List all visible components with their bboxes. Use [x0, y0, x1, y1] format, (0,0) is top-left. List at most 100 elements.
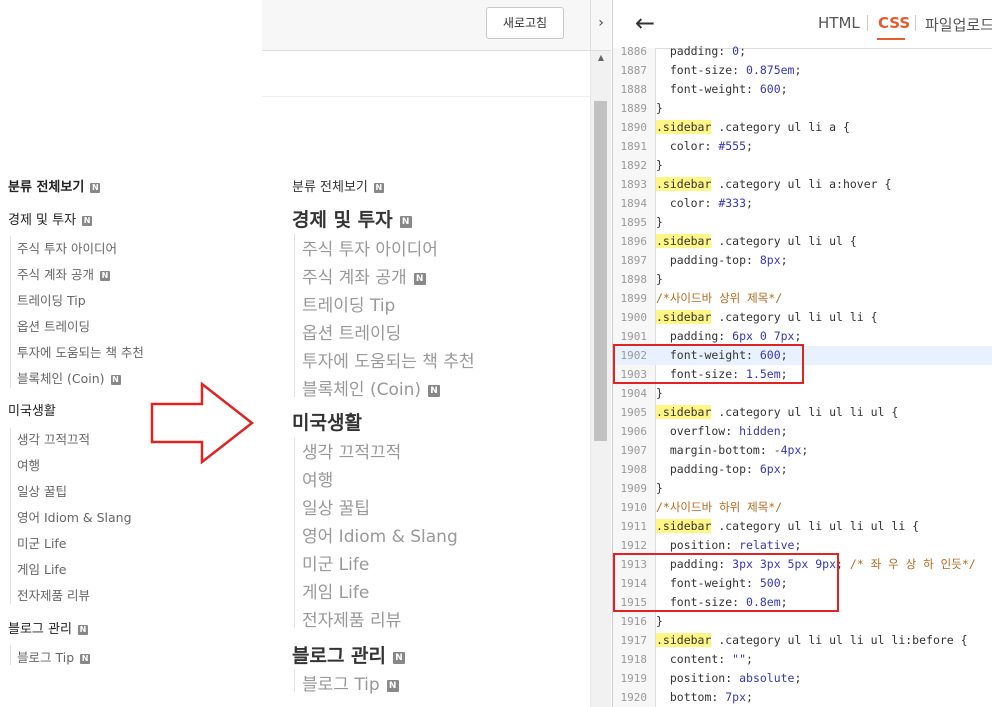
code-line[interactable]: 1911 .sidebar .category ul li ul li ul li… — [613, 517, 992, 536]
blog-sidebar-live: 분류 전체보기 N 경제 및 투자 N 주식 투자 아이디어 주식 계좌 공개 N 트… — [0, 0, 262, 707]
annotation-box — [613, 344, 804, 384]
code-line[interactable]: 1919 position: absolute; — [613, 669, 992, 688]
category-item[interactable]: 영어 Idiom & Slang — [302, 522, 458, 547]
code-line[interactable]: 1889} — [613, 99, 992, 118]
line-number: 1892 — [620, 159, 648, 172]
code-line[interactable]: 1888 font-weight: 600; — [613, 80, 992, 99]
code-line[interactable]: 1887 font-size: 0.875em; — [613, 61, 992, 80]
code-line[interactable]: 1909} — [613, 479, 992, 498]
category-item[interactable]: 트레이딩 Tip — [302, 291, 395, 316]
code-line[interactable]: 1886 padding: 0; — [613, 42, 992, 61]
category-item[interactable]: 생각 끄적끄적 — [302, 438, 401, 463]
code-line[interactable]: 1900 .sidebar .category ul li ul li { — [613, 308, 992, 327]
category-item[interactable]: 전자제품 리뷰 — [302, 606, 401, 631]
tab-file-upload[interactable]: 파일업로드 — [925, 14, 992, 35]
scroll-thumb[interactable] — [594, 101, 607, 441]
code-line[interactable]: 1898} — [613, 270, 992, 289]
code-line[interactable]: 1906 overflow: hidden; — [613, 422, 992, 441]
category-item[interactable]: 트레이딩 Tip — [17, 290, 86, 309]
category-item[interactable]: 미군 Life — [302, 550, 369, 575]
category-group-title[interactable]: 블로그 관리 N — [8, 618, 88, 637]
code-line[interactable]: 1904} — [613, 384, 992, 403]
new-badge-icon: N — [80, 654, 91, 664]
category-item[interactable]: 생각 끄적끄적 — [17, 429, 90, 448]
code-line[interactable]: 1917 .sidebar .category ul li ul li ul li… — [613, 631, 992, 650]
code-line[interactable]: 1891 color: #555; — [613, 137, 992, 156]
category-item[interactable]: 게임 Life — [302, 578, 369, 603]
tab-divider — [915, 15, 916, 31]
tab-html[interactable]: HTML — [818, 14, 860, 32]
tab-css[interactable]: CSS — [878, 14, 910, 32]
code-line[interactable]: 1920 bottom: 7px; — [613, 688, 992, 707]
new-badge-icon: N — [373, 183, 384, 193]
category-group-label: 블로그 관리 — [292, 645, 387, 667]
category-item[interactable]: 블로그 Tip N — [17, 647, 91, 666]
code-line[interactable]: 1918 content: ""; — [613, 650, 992, 669]
category-item[interactable]: 블록체인 (Coin) N — [17, 368, 121, 387]
line-number: 1898 — [620, 273, 648, 286]
code-line[interactable]: 1916} — [613, 612, 992, 631]
line-number: 1889 — [620, 102, 648, 115]
category-item[interactable]: 영어 Idiom & Slang — [17, 507, 132, 526]
code-line[interactable]: 1899 /*사이드바 상위 제목*/ — [613, 289, 992, 308]
active-tab-indicator — [877, 38, 905, 40]
right-arrow-icon — [150, 382, 255, 464]
code-line[interactable]: 1894 color: #333; — [613, 194, 992, 213]
category-group-title[interactable]: 블로그 관리 N — [292, 641, 406, 668]
category-item[interactable]: 일상 꿀팁 — [17, 481, 67, 500]
category-group-title[interactable]: 미국생활 — [8, 400, 56, 419]
category-item[interactable]: 투자에 도움되는 책 추천 — [302, 347, 475, 372]
code-line[interactable]: 1908 padding-top: 6px; — [613, 460, 992, 479]
code-line[interactable]: 1907 margin-bottom: -4px; — [613, 441, 992, 460]
code-line[interactable]: 1892} — [613, 156, 992, 175]
category-item[interactable]: 주식 계좌 공개 N — [302, 263, 426, 288]
category-item-label: 주식 계좌 공개 — [17, 267, 94, 282]
skin-preview-panel: 새로고침 › 분류 전체보기 N 경제 및 투자 N 주식 투자 아이디어 주식 계… — [262, 0, 611, 707]
category-item[interactable]: 옵션 트레이딩 — [302, 319, 401, 344]
category-item[interactable]: 여행 — [17, 455, 40, 474]
code-text: .sidebar .category ul li ul li ul li { — [656, 519, 920, 533]
category-item[interactable]: 블로그 Tip N — [302, 670, 399, 695]
code-text: .sidebar .category ul li ul li ul { — [656, 405, 899, 419]
line-number: 1907 — [620, 444, 648, 457]
refresh-button[interactable]: 새로고침 — [486, 7, 564, 39]
new-badge-icon: N — [413, 273, 426, 285]
scroll-up-icon[interactable]: ▲ — [591, 53, 611, 67]
preview-scrollbar[interactable]: ▲ — [590, 51, 611, 707]
category-group-title[interactable]: 미국생활 — [292, 408, 362, 435]
line-number: 1891 — [620, 140, 648, 153]
code-line[interactable]: 1897 padding-top: 8px; — [613, 251, 992, 270]
code-line[interactable]: 1890 .sidebar .category ul li a { — [613, 118, 992, 137]
category-item[interactable]: 게임 Life — [17, 559, 67, 578]
code-text: /*사이드바 상위 제목*/ — [656, 291, 783, 305]
category-item[interactable]: 미군 Life — [17, 533, 67, 552]
code-text: } — [656, 272, 663, 286]
css-editor-panel: ← HTML CSS 파일업로드 1886 padding: 0; 1887 fo… — [612, 0, 992, 707]
line-number: 1900 — [620, 311, 648, 324]
line-number: 1918 — [620, 653, 648, 666]
category-item[interactable]: 일상 꿀팁 — [302, 494, 370, 519]
category-item[interactable]: 주식 투자 아이디어 — [17, 238, 117, 257]
category-item[interactable]: 블록체인 (Coin) N — [302, 375, 440, 400]
category-view-all[interactable]: 분류 전체보기 N — [8, 176, 101, 195]
category-item[interactable]: 주식 계좌 공개 N — [17, 264, 110, 283]
code-line[interactable]: 1905 .sidebar .category ul li ul li ul { — [613, 403, 992, 422]
category-group-title[interactable]: 경제 및 투자 N — [292, 205, 412, 232]
code-line[interactable]: 1893 .sidebar .category ul li a:hover { — [613, 175, 992, 194]
code-text: } — [656, 481, 663, 495]
code-line[interactable]: 1910 /*사이드바 하위 제목*/ — [613, 498, 992, 517]
code-line[interactable]: 1895} — [613, 213, 992, 232]
back-arrow-icon[interactable]: ← — [635, 10, 655, 36]
code-text: } — [656, 215, 663, 229]
collapse-chevron-icon[interactable]: › — [590, 0, 611, 51]
code-line[interactable]: 1896 .sidebar .category ul li ul { — [613, 232, 992, 251]
category-view-all[interactable]: 분류 전체보기 N — [292, 176, 384, 195]
category-item[interactable]: 여행 — [302, 466, 333, 491]
line-number: 1908 — [620, 463, 648, 476]
category-item[interactable]: 전자제품 리뷰 — [17, 585, 90, 604]
category-group-title[interactable]: 경제 및 투자 N — [8, 209, 93, 228]
category-item[interactable]: 옵션 트레이딩 — [17, 316, 90, 335]
category-item[interactable]: 투자에 도움되는 책 추천 — [17, 342, 144, 361]
category-item[interactable]: 주식 투자 아이디어 — [302, 235, 438, 260]
category-group-label: 경제 및 투자 — [8, 213, 77, 228]
